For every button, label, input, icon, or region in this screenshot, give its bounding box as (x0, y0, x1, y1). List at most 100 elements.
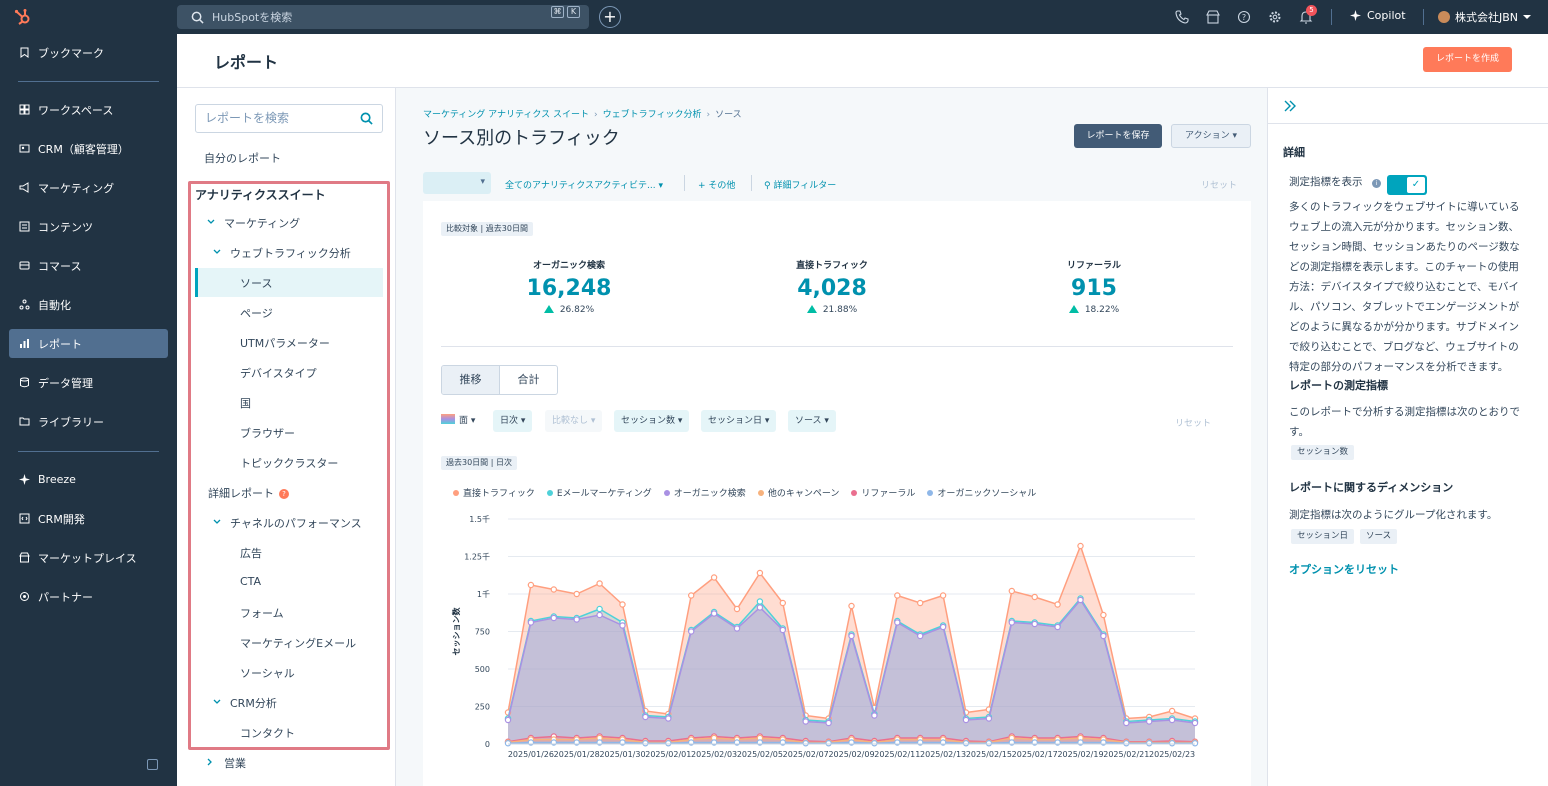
tree-sales[interactable]: 営業 (224, 755, 246, 771)
data-point (802, 740, 809, 747)
compare-dropdown-label: 比較なし (552, 416, 589, 426)
date-range-dropdown[interactable]: ▾ (423, 172, 491, 194)
chart-reset-button[interactable]: リセット (1175, 416, 1211, 429)
x-tick-label: 2025/02/19 (1057, 750, 1103, 759)
legend-item[interactable]: リファーラル (851, 486, 915, 499)
data-point (710, 574, 718, 581)
nav-label: コマース (38, 259, 82, 273)
nav-automation[interactable]: 自動化 (9, 290, 168, 319)
action-dropdown[interactable]: アクション ▾ (1171, 124, 1251, 148)
phone-icon[interactable] (1175, 10, 1189, 24)
data-point (917, 632, 924, 640)
show-metric-toggle[interactable]: ✓ (1387, 175, 1427, 195)
data-point (596, 611, 603, 619)
kpi-organic: オーガニック検索 16,248 26.82% (469, 258, 669, 315)
data-point (1054, 601, 1061, 608)
data-point (1077, 542, 1084, 550)
detail-filter-button[interactable]: ⚲ 詳細フィルター (764, 178, 836, 191)
nav-breeze[interactable]: Breeze (9, 465, 168, 494)
y-tick-label: 1.25千 (464, 552, 490, 562)
help-icon[interactable]: ? (1237, 10, 1251, 24)
check-icon: ✓ (1407, 177, 1425, 193)
date-dimension-dropdown[interactable]: セッション日 ▾ (701, 410, 777, 432)
nav-content[interactable]: コンテンツ (9, 212, 168, 241)
more-filter-button[interactable]: + その他 (698, 178, 735, 191)
data-point (871, 712, 878, 719)
activity-filter-dropdown[interactable]: 全てのアナリティクスアクティビテ... ▾ (505, 178, 663, 191)
details-title: 詳細 (1283, 146, 1305, 159)
filter-reset-button[interactable]: リセット (1201, 178, 1237, 191)
chevron-down-icon (1523, 15, 1532, 19)
compare-dropdown: 比較なし ▾ (545, 410, 603, 432)
breadcrumb-link[interactable]: マーケティング アナリティクス スイート (423, 110, 589, 120)
settings-gear-icon[interactable] (1268, 10, 1282, 24)
data-point (733, 625, 741, 632)
hubspot-logo-icon[interactable] (14, 8, 32, 26)
top-bar: HubSpotを検索 ⌘ K + ? 5 Copilot 株式会社JBN (0, 0, 1548, 34)
nav-crm[interactable]: CRM（顧客管理） (9, 134, 168, 163)
legend-item[interactable]: Eメールマーケティング (546, 486, 652, 499)
legend-dot (663, 490, 670, 496)
x-tick-label: 2025/01/26 (508, 750, 554, 759)
create-report-button[interactable]: レポートを作成 (1423, 47, 1512, 72)
legend-label: 直接トラフィック (463, 489, 535, 499)
data-point (1008, 587, 1016, 595)
my-reports-link[interactable]: 自分のレポート (204, 150, 281, 166)
metric-dropdown[interactable]: セッション数 ▾ (614, 410, 690, 432)
reset-options-link[interactable]: オプションをリセット (1289, 561, 1399, 577)
nav-commerce[interactable]: コマース (9, 251, 168, 280)
nav-crm-dev[interactable]: CRM開発 (9, 504, 168, 533)
breakdown-dropdown[interactable]: ソース ▾ (788, 410, 836, 432)
collapse-nav-icon[interactable] (147, 759, 158, 770)
data-point (1054, 623, 1061, 631)
kpi-change: 21.88% (822, 305, 858, 315)
nav-bookmarks[interactable]: ブックマーク (9, 38, 168, 67)
legend-item[interactable]: 直接トラフィック (453, 486, 535, 499)
action-label: アクション (1185, 131, 1230, 141)
double-chevron-right-icon[interactable] (1284, 100, 1296, 112)
save-report-button[interactable]: レポートを保存 (1074, 124, 1162, 148)
contacts-card-icon (19, 144, 30, 153)
nav-partner[interactable]: パートナー (9, 582, 168, 611)
info-icon[interactable]: i (1372, 179, 1381, 188)
legend-dot (851, 490, 858, 496)
global-search-input[interactable]: HubSpotを検索 (177, 5, 589, 29)
y-tick-label: 1千 (477, 589, 490, 599)
data-point (1191, 719, 1199, 727)
legend-item[interactable]: 他のキャンペーン (757, 486, 839, 499)
report-card: 比較対象 | 過去30日間 オーガニック検索 16,248 26.82% 直接ト… (423, 201, 1251, 786)
frequency-dropdown[interactable]: 日次 ▾ (493, 410, 533, 432)
partner-badge-icon (20, 592, 29, 601)
copilot-button[interactable]: Copilot (1350, 9, 1406, 22)
report-search-input[interactable]: レポートを検索 (195, 104, 383, 133)
legend-label: オーガニックソーシャル (937, 489, 1037, 499)
legend-item[interactable]: オーガニックソーシャル (927, 486, 1036, 499)
chart-type-label: 面 (459, 416, 469, 426)
breakdown-label: ソース (795, 416, 822, 426)
database-icon (20, 377, 29, 388)
dimensions-title: レポートに関するディメンション (1289, 481, 1454, 494)
y-tick-label: 1.5千 (469, 514, 490, 524)
kpi-value: 915 (1071, 276, 1117, 301)
nav-workspaces[interactable]: ワークスペース (9, 95, 168, 124)
marketplace-icon[interactable] (1206, 10, 1220, 24)
add-button[interactable]: + (599, 6, 621, 28)
tab-trend[interactable]: 推移 (442, 366, 500, 394)
account-menu[interactable]: 株式会社JBN (1438, 9, 1532, 25)
x-tick-label: 2025/02/21 (1103, 750, 1149, 759)
chevron-right-icon[interactable] (206, 758, 214, 766)
nav-reports[interactable]: レポート (9, 329, 168, 358)
nav-library[interactable]: ライブラリー (9, 407, 168, 436)
legend-item[interactable]: オーガニック検索 (663, 486, 746, 499)
breadcrumb-link[interactable]: ウェブトラフィック分析 (603, 110, 702, 120)
nav-label: Breeze (38, 473, 76, 486)
nav-marketplace[interactable]: マーケットプレイス (9, 543, 168, 572)
chart-type-dropdown[interactable]: 面 ▾ (441, 410, 483, 432)
nav-marketing[interactable]: マーケティング (9, 173, 168, 202)
tab-total[interactable]: 合計 (500, 366, 557, 394)
data-point (1168, 707, 1176, 715)
search-icon[interactable] (360, 112, 373, 125)
automation-icon (19, 299, 30, 310)
nav-data-management[interactable]: データ管理 (9, 368, 168, 397)
data-point (688, 592, 695, 599)
